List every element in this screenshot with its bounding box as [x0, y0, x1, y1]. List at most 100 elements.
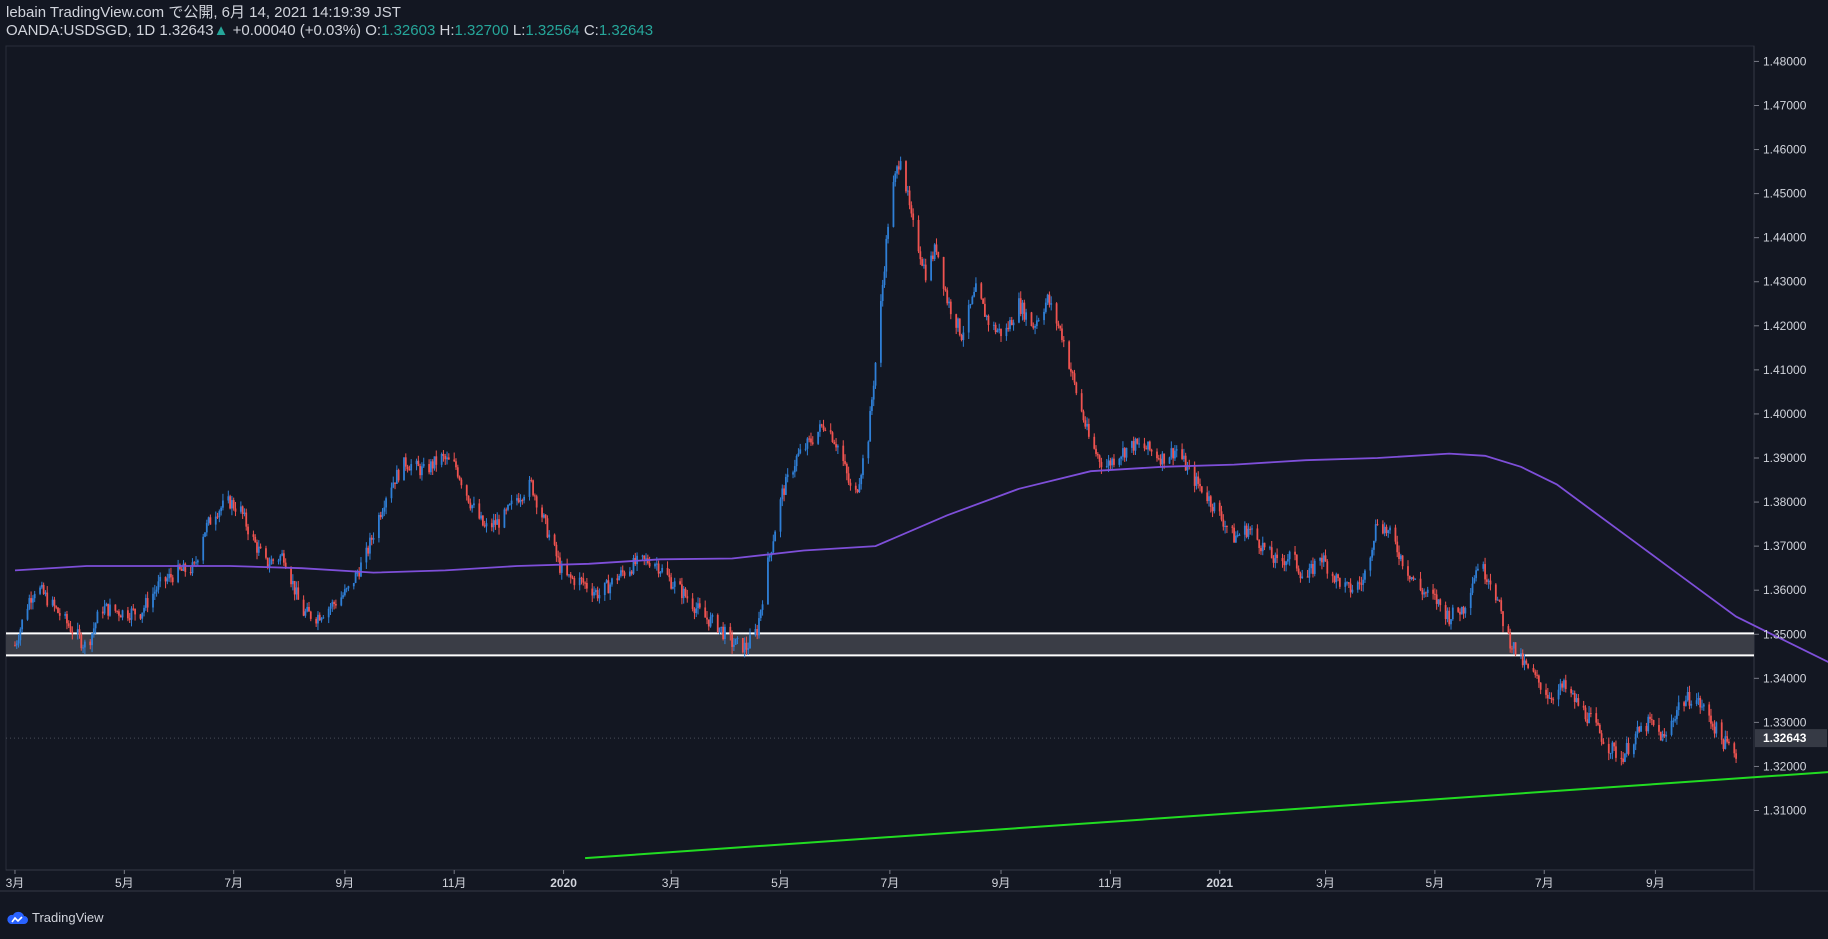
candle-body [1057, 323, 1060, 326]
candle-body [365, 547, 368, 563]
time-tick-label: 11月 [442, 876, 466, 890]
candle-body [810, 438, 812, 443]
candle-body [164, 576, 167, 582]
candle-body [76, 629, 79, 634]
candle-body [1550, 697, 1553, 700]
candle-body [869, 410, 872, 442]
candle-body [1349, 583, 1352, 593]
candle-body [792, 472, 794, 475]
candle-body [516, 498, 518, 501]
candle-body [1208, 496, 1210, 502]
candle-body [417, 460, 420, 467]
candle-body [510, 500, 513, 505]
symbol-info: OANDA:USDSGD, 1D 1.32643 [6, 22, 214, 39]
candle-body [214, 516, 217, 525]
candle-body [704, 607, 707, 618]
candle-body [523, 496, 526, 501]
candle-body [1425, 592, 1427, 594]
candle-body [1536, 674, 1538, 676]
price-axis[interactable]: 1.48000 1.47000 1.46000 1.45000 1.44000 1.430… [1754, 54, 1807, 818]
candle-body [1588, 712, 1590, 724]
candle-body [1432, 589, 1434, 594]
candle-body [783, 488, 785, 495]
candle-body [480, 515, 482, 519]
candle-body [1046, 294, 1049, 303]
candle-body [967, 305, 970, 333]
candles [14, 156, 1737, 766]
candle-body [1615, 746, 1617, 758]
candle-body [819, 424, 821, 432]
support-trendline [585, 771, 1828, 860]
candle-body [207, 517, 210, 523]
candle-body [128, 618, 131, 620]
support-resistance-zone[interactable] [6, 632, 1754, 657]
candle-body [881, 284, 884, 302]
candle-body [1270, 547, 1273, 559]
candle-body [109, 604, 111, 616]
candle-body [170, 573, 172, 578]
candle-body [1520, 653, 1522, 655]
candle-body [408, 469, 411, 471]
candle-body [811, 442, 814, 444]
candle-body [295, 587, 298, 595]
candle-body [473, 503, 475, 506]
price-tick-label: 1.39000 [1763, 451, 1807, 465]
candle-body [734, 638, 737, 645]
candle-body [1419, 578, 1422, 591]
candle-body [177, 564, 180, 583]
candle-body [1477, 568, 1479, 571]
candle-body [157, 581, 160, 590]
candle-body [1356, 582, 1359, 590]
candle-body [1699, 698, 1702, 708]
candle-body [980, 283, 983, 299]
time-axis[interactable]: 3月 5月 7月 9月 11月 2020 3月 5月 7月 9月 11月 2021 3月 5月 7月 9月 [6, 870, 1665, 890]
candle-body [906, 190, 909, 192]
high-value: 1.32700 [454, 22, 509, 39]
trendline[interactable] [585, 741, 1828, 860]
candle-body [1107, 460, 1110, 466]
candle-body [820, 424, 823, 426]
candle-body [227, 496, 230, 501]
candle-body [282, 553, 285, 563]
candle-body [679, 581, 682, 585]
candle-body [804, 448, 807, 450]
candle-body [343, 589, 346, 596]
candle-body [1539, 682, 1542, 690]
footer-branding[interactable]: TradingView [6, 910, 104, 925]
candle-body [571, 577, 574, 579]
candle-body [948, 301, 950, 304]
candle-body [566, 565, 569, 576]
candle-body [327, 608, 330, 618]
candle-body [1050, 303, 1053, 305]
candle-body [1625, 743, 1628, 754]
price-chart[interactable]: 1.48000 1.47000 1.46000 1.45000 1.44000 1.430… [0, 0, 1828, 939]
candle-body [655, 563, 658, 565]
candle-body [1665, 734, 1668, 737]
candle-body [722, 626, 725, 640]
candle-body [1093, 436, 1096, 449]
candle-body [1711, 723, 1714, 727]
time-tick-label: 9月 [1646, 876, 1665, 890]
candle-body [1686, 691, 1689, 701]
candle-body [358, 572, 361, 577]
candle-body [1494, 584, 1497, 601]
candle-body [842, 445, 845, 462]
candle-body [1261, 542, 1264, 552]
candle-body [1005, 327, 1008, 337]
symbol-line[interactable]: OANDA:USDSGD, 1D 1.32643▲ +0.00040 (+0.0… [6, 22, 653, 40]
candle-body [256, 542, 258, 553]
candle-body [630, 571, 633, 574]
candle-body [1256, 528, 1259, 540]
candle-body [1030, 312, 1033, 327]
candle-body [1206, 492, 1209, 502]
candle-body [442, 453, 445, 456]
candle-body [94, 623, 97, 629]
candle-body [132, 608, 135, 610]
candle-body [1174, 450, 1176, 459]
candle-body [720, 626, 723, 628]
candle-body [1595, 713, 1598, 723]
candle-body [892, 182, 895, 227]
candle-body [354, 572, 357, 583]
candle-body [1012, 322, 1015, 326]
candle-body [603, 582, 606, 596]
